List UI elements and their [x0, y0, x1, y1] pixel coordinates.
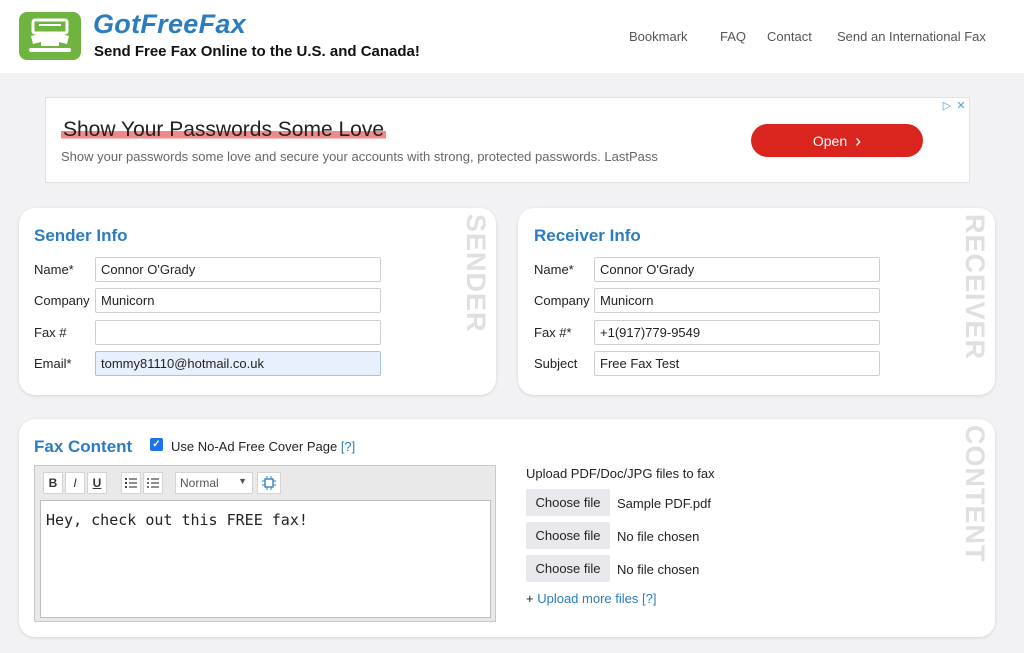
file-name-1: Sample PDF.pdf: [617, 496, 711, 511]
ordered-list-icon[interactable]: [121, 472, 141, 494]
sender-fax-input[interactable]: [95, 320, 381, 345]
cover-page-label[interactable]: Use No-Ad Free Cover Page [?]: [171, 439, 355, 454]
file-name-3: No file chosen: [617, 562, 700, 577]
format-select[interactable]: Normal ▼: [175, 472, 253, 494]
upload-label: Upload PDF/Doc/JPG files to fax: [526, 466, 715, 481]
sender-name-input[interactable]: [95, 257, 381, 282]
content-title: Fax Content: [34, 437, 133, 456]
nav-international-fax[interactable]: Send an International Fax: [837, 29, 986, 44]
nav-contact[interactable]: Contact: [767, 29, 812, 44]
content-vertical-label: CONTENT: [960, 425, 990, 563]
ad-choices-icon[interactable]: ▷: [941, 100, 953, 112]
receiver-fax-input[interactable]: [594, 320, 880, 345]
bullet-list-icon[interactable]: [143, 472, 163, 494]
choose-file-button-2[interactable]: Choose file: [526, 522, 610, 549]
bold-button[interactable]: B: [43, 472, 63, 494]
nav-bookmark[interactable]: Bookmark: [629, 29, 688, 44]
chevron-down-icon: ▼: [238, 476, 247, 486]
sender-email-label: Email*: [34, 356, 72, 371]
sender-email-input[interactable]: [95, 351, 381, 376]
source-chip-icon[interactable]: [257, 472, 281, 494]
sender-company-input[interactable]: [95, 288, 381, 313]
ad-text[interactable]: Show your passwords some love and secure…: [61, 149, 658, 164]
fax-logo-icon[interactable]: [19, 12, 81, 60]
upload-more-prefix: +: [526, 591, 538, 606]
upload-more-help-link[interactable]: [?]: [642, 591, 656, 606]
receiver-card: Receiver Info RECEIVER Name* Company Fax…: [518, 208, 995, 395]
choose-file-button-1[interactable]: Choose file: [526, 489, 610, 516]
sender-fax-label: Fax #: [34, 325, 67, 340]
nav-faq[interactable]: FAQ: [720, 29, 746, 44]
sender-title: Sender Info: [34, 226, 128, 245]
receiver-name-label: Name*: [534, 262, 574, 277]
header: GotFreeFax Send Free Fax Online to the U…: [0, 0, 1024, 73]
receiver-vertical-label: RECEIVER: [960, 214, 990, 361]
receiver-subject-label: Subject: [534, 356, 578, 371]
chevron-right-icon: ›: [855, 130, 862, 151]
ad-banner[interactable]: Show Your Passwords Some Love Show your …: [45, 97, 970, 183]
receiver-company-input[interactable]: [594, 288, 880, 313]
ad-open-label: Open: [812, 132, 848, 149]
tagline: Send Free Fax Online to the U.S. and Can…: [94, 43, 420, 60]
brand-name[interactable]: GotFreeFax: [93, 9, 246, 40]
close-icon[interactable]: ✕: [955, 100, 967, 112]
format-select-value: Normal: [180, 476, 219, 490]
upload-more: + Upload more files [?]: [526, 591, 656, 606]
ad-controls: ▷ ✕: [941, 100, 967, 112]
fax-editor: B I U Normal ▼ Hey, check out this FREE …: [34, 465, 496, 622]
underline-button[interactable]: U: [87, 472, 107, 494]
file-name-2: No file chosen: [617, 529, 700, 544]
ad-open-button[interactable]: Open ›: [751, 124, 923, 157]
cover-page-text: Use No-Ad Free Cover Page: [171, 439, 338, 454]
ad-title[interactable]: Show Your Passwords Some Love: [61, 118, 387, 142]
receiver-company-label: Company: [534, 293, 590, 308]
sender-vertical-label: SENDER: [461, 214, 491, 333]
upload-more-link[interactable]: Upload more files: [537, 591, 638, 606]
choose-file-button-3[interactable]: Choose file: [526, 555, 610, 582]
cover-page-help-link[interactable]: [?]: [341, 439, 355, 454]
sender-company-label: Company: [34, 293, 90, 308]
sender-card: Sender Info SENDER Name* Company Fax # E…: [19, 208, 496, 395]
receiver-fax-label: Fax #*: [534, 325, 572, 340]
cover-page-checkbox[interactable]: ✓: [150, 438, 163, 451]
receiver-name-input[interactable]: [594, 257, 880, 282]
sender-name-label: Name*: [34, 262, 74, 277]
receiver-title: Receiver Info: [534, 226, 641, 245]
receiver-subject-input[interactable]: [594, 351, 880, 376]
fax-body-editor[interactable]: Hey, check out this FREE fax!: [40, 500, 491, 618]
italic-button[interactable]: I: [65, 472, 85, 494]
